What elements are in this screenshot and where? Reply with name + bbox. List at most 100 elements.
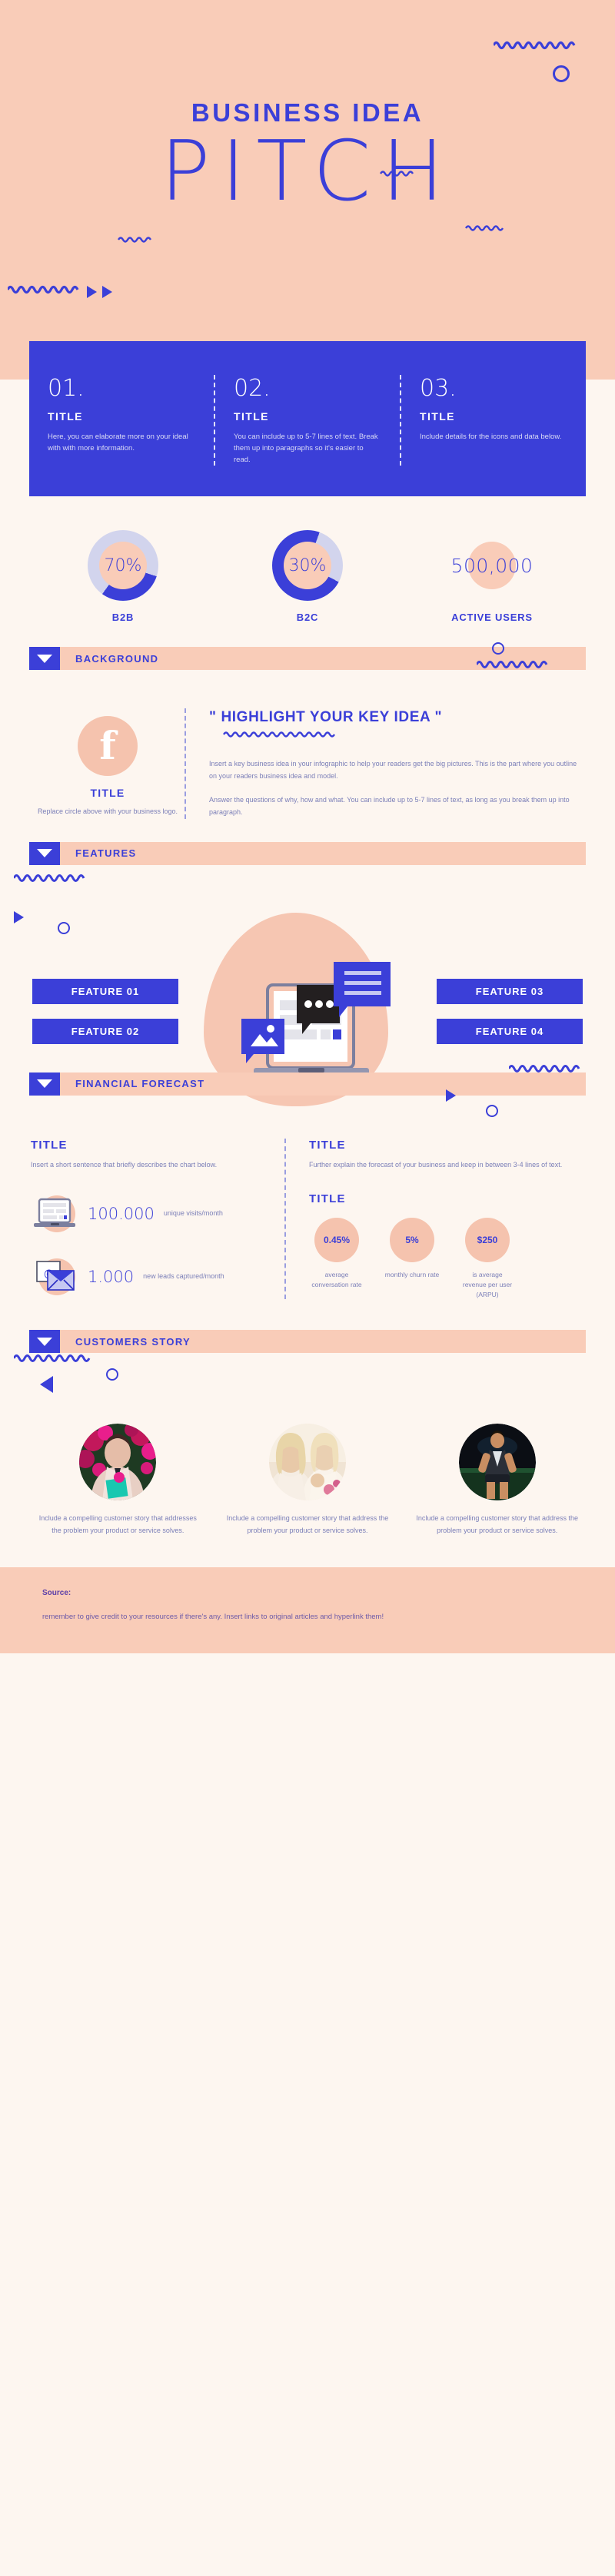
- metric-row-visits: 100.000 unique visits/month: [31, 1194, 263, 1234]
- circle-outline-decoration: [553, 65, 570, 82]
- customer-card-3: Include a compelling customer story that…: [410, 1424, 584, 1537]
- feature-pill-01[interactable]: FEATURE 01: [32, 978, 178, 1004]
- section-title: FEATURES: [60, 841, 586, 865]
- background-paragraph-1: Insert a key business idea in your infog…: [209, 759, 577, 780]
- pill-label: average conversation rate: [311, 1271, 362, 1288]
- metric-unit: unique visits/month: [163, 1209, 223, 1218]
- wavy-underline-decoration: [222, 729, 584, 743]
- step-number: 01.: [48, 375, 85, 402]
- play-triangle-icon: [14, 910, 24, 923]
- pill-value: $250: [465, 1218, 510, 1263]
- wavy-line-decoration: [492, 40, 578, 55]
- wavy-line-decoration: [507, 1063, 584, 1078]
- athlete-runner-photo: [458, 1424, 536, 1501]
- financial-left-column: TITLE Insert a short sentence that brief…: [31, 1139, 284, 1300]
- stat-active-users: 500,000 ACTIVE USERS: [400, 530, 584, 624]
- pill-label: is average revenue per user (ARPU): [462, 1271, 513, 1298]
- big-number-holder: 500,000: [400, 530, 584, 601]
- financial-pill-group: 0.45% average conversation rate 5% month…: [309, 1218, 584, 1299]
- step-number: 02.: [234, 375, 271, 402]
- two-women-laughing-photo: [269, 1424, 346, 1501]
- section-header-financial: FINANCIAL FORECAST: [29, 1072, 586, 1096]
- caret-down-icon: [29, 1330, 60, 1354]
- footer-source-text: remember to give credit to your resource…: [42, 1613, 384, 1622]
- stat-b2c: 30% B2C: [215, 530, 400, 624]
- wavy-line-decoration: [475, 659, 552, 674]
- pill-value: 5%: [390, 1218, 434, 1263]
- customer-card-1: Include a compelling customer story that…: [31, 1424, 205, 1537]
- page-title: PITCH: [160, 124, 455, 220]
- wavy-underline-c: [379, 168, 417, 182]
- circle-outline-decoration: [58, 921, 70, 934]
- feature-pill-03[interactable]: FEATURE 03: [437, 978, 583, 1004]
- step-title: TITLE: [234, 410, 269, 423]
- financial-right-column: TITLE Further explain the forecast of yo…: [284, 1138, 584, 1300]
- metric-row-leads: @ 1.000 new leads captured/month: [31, 1257, 263, 1297]
- stat-label: ACTIVE USERS: [451, 612, 533, 623]
- financial-forecast-section: FINANCIAL FORECAST TITLE Insert a short …: [0, 1064, 615, 1331]
- background-logo-column: f TITLE Replace circle above with your b…: [31, 708, 184, 819]
- background-quote-title: " HIGHLIGHT YOUR KEY IDEA ": [209, 709, 443, 726]
- donut-chart-b2b: 70%: [88, 530, 158, 601]
- background-section: BACKGROUND f TITLE Replace circle above …: [0, 642, 615, 842]
- metric-unit: new leads captured/month: [143, 1272, 224, 1281]
- facebook-icon: f: [78, 716, 138, 777]
- feature-pill-04[interactable]: FEATURE 04: [437, 1018, 583, 1044]
- metric-value: 1.000: [88, 1268, 135, 1287]
- section-header-customers: CUSTOMERS STORY: [29, 1330, 586, 1354]
- step-card-01: 01. TITLE Here, you can elaborate more o…: [29, 375, 214, 466]
- facebook-f-glyph: f: [99, 723, 116, 769]
- financial-left-title: TITLE: [31, 1138, 68, 1152]
- stat-b2b: 70% B2B: [31, 530, 215, 624]
- big-number-value: 500,000: [450, 554, 534, 577]
- wavy-line-decoration: [12, 873, 91, 887]
- features-section: FEATURES FEATURE 01 FEATURE 02 FEATURE 0…: [0, 841, 615, 1106]
- background-left-title: TITLE: [90, 787, 125, 800]
- financial-pill-arpu: $250 is average revenue per user (ARPU): [460, 1218, 515, 1299]
- wavy-line-decoration-left: [6, 284, 81, 299]
- background-text-column: " HIGHLIGHT YOUR KEY IDEA " Insert a key…: [184, 708, 584, 819]
- section-title: FINANCIAL FORECAST: [60, 1072, 586, 1096]
- email-icon: @: [31, 1257, 81, 1297]
- wavy-underline-p: [117, 234, 152, 248]
- donut-value: 30%: [284, 542, 331, 589]
- donut-value: 70%: [99, 542, 147, 589]
- customers-content: Include a compelling customer story that…: [0, 1353, 615, 1567]
- step-body: Here, you can elaborate more on your ide…: [48, 433, 188, 453]
- wavy-underline-h: [464, 223, 505, 237]
- caret-down-icon: [29, 1072, 60, 1096]
- steps-panel: 01. TITLE Here, you can elaborate more o…: [29, 341, 586, 496]
- section-header-features: FEATURES: [29, 841, 586, 865]
- step-body: You can include up to 5-7 lines of text.…: [234, 433, 378, 464]
- donut-chart-b2c: 30%: [272, 530, 343, 601]
- footer-section: Source: remember to give credit to your …: [0, 1567, 615, 1654]
- financial-pill-conversion: 0.45% average conversation rate: [309, 1218, 364, 1299]
- pill-label: monthly churn rate: [384, 1271, 440, 1279]
- step-card-02: 02. TITLE You can include up to 5-7 line…: [214, 375, 400, 466]
- woman-with-flowers-photo: [79, 1424, 157, 1501]
- customer-story-text: Include a compelling customer story that…: [416, 1514, 578, 1534]
- steps-section: 01. TITLE Here, you can elaborate more o…: [0, 341, 615, 496]
- pill-value: 0.45%: [314, 1218, 359, 1263]
- step-card-03: 03. TITLE Include details for the icons …: [400, 375, 586, 466]
- stat-label: B2C: [296, 612, 319, 623]
- metric-value: 100.000: [88, 1205, 155, 1224]
- step-number: 03.: [420, 375, 457, 402]
- customer-card-2: Include a compelling customer story that…: [221, 1424, 395, 1537]
- step-title: TITLE: [420, 410, 455, 423]
- step-body: Include details for the icons and data b…: [420, 433, 562, 441]
- background-paragraph-2: Answer the questions of why, how and wha…: [209, 796, 570, 817]
- background-left-body: Replace circle above with your business …: [37, 807, 178, 816]
- play-triangle-icon-left: [40, 1376, 53, 1394]
- financial-sub-title: TITLE: [309, 1192, 346, 1206]
- step-title: TITLE: [48, 410, 83, 423]
- stats-section: 70% B2B 30% B2C 500,000 ACTIVE USERS: [0, 496, 615, 647]
- caret-down-icon: [29, 647, 60, 671]
- stat-label: B2B: [111, 612, 135, 623]
- feature-pill-02[interactable]: FEATURE 02: [32, 1018, 178, 1044]
- customer-story-text: Include a compelling customer story that…: [226, 1514, 389, 1534]
- features-content: FEATURE 01 FEATURE 02 FEATURE 03 FEATURE…: [0, 865, 615, 1106]
- financial-left-desc: Insert a short sentence that briefly des…: [31, 1160, 218, 1169]
- financial-right-desc: Further explain the forecast of your bus…: [309, 1160, 563, 1169]
- play-triangle-icon-2: [102, 286, 112, 298]
